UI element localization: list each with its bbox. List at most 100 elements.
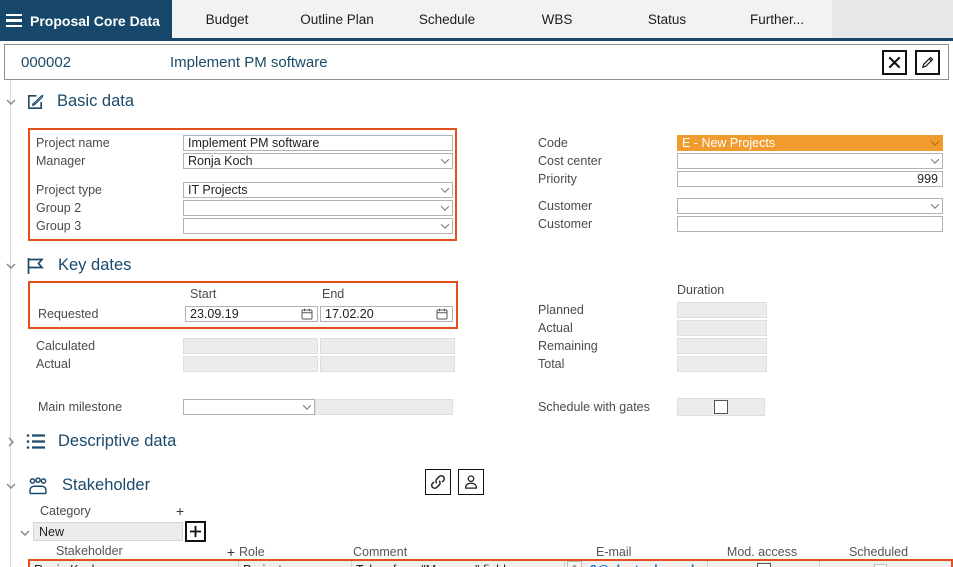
project-type-select[interactable]: IT Projects	[183, 182, 453, 198]
key-dates-form: Start End Requested 23.09.19 17.02.20	[28, 281, 953, 373]
mod-access-checkbox[interactable]	[757, 563, 771, 567]
comment-column-header: Comment	[350, 545, 563, 559]
close-icon	[887, 55, 902, 70]
priority-input[interactable]: 999	[677, 171, 943, 187]
key-dates-flag-icon	[26, 257, 46, 275]
group2-select[interactable]	[183, 200, 453, 216]
milestone-band: Main milestone Schedule with gates	[38, 398, 953, 416]
customer-select[interactable]	[677, 198, 943, 214]
tab-outline-plan[interactable]: Outline Plan	[282, 0, 392, 38]
mod-access-cell	[708, 561, 820, 567]
hamburger-menu-icon[interactable]	[6, 14, 22, 28]
group3-select[interactable]	[183, 218, 453, 234]
schedule-with-gates-checkbox[interactable]	[714, 400, 728, 414]
total-label: Total	[538, 357, 677, 371]
schedule-with-gates-label: Schedule with gates	[538, 400, 677, 414]
tab-schedule[interactable]: Schedule	[392, 0, 502, 38]
stakeholder-select[interactable]: Ronja Koch	[30, 561, 239, 567]
add-row-button[interactable]: +	[227, 544, 235, 560]
expand-chevron-icon[interactable]	[4, 437, 18, 447]
basic-right-column: Code E - New Projects Cost center Priori…	[538, 134, 943, 241]
total-duration-field	[677, 356, 767, 372]
requested-end-input[interactable]: 17.02.20	[320, 306, 453, 322]
tab-label: Outline Plan	[300, 12, 374, 27]
email-link[interactable]: r8@planta-demo.de	[585, 563, 701, 567]
main-milestone-select[interactable]	[183, 399, 315, 415]
calendar-icon[interactable]	[301, 308, 313, 320]
section-key-dates: Key dates	[0, 253, 953, 278]
calculated-start-field	[183, 338, 318, 354]
cost-center-select[interactable]	[677, 153, 943, 169]
chevron-down-icon	[931, 155, 939, 163]
customer2-label: Customer	[538, 217, 677, 231]
plus-icon	[189, 525, 202, 538]
collapse-chevron-icon[interactable]	[4, 483, 18, 489]
tab-proposal-core-data[interactable]: Proposal Core Data	[0, 0, 172, 41]
planned-label: Planned	[538, 303, 677, 317]
category-row: Category +	[40, 504, 953, 518]
section-title: Key dates	[58, 256, 131, 275]
project-name-input[interactable]: Implement PM software	[183, 135, 453, 151]
tab-wbs[interactable]: WBS	[502, 0, 612, 38]
object-header: 000002 Implement PM software	[4, 44, 949, 80]
actual-label: Actual	[36, 357, 183, 371]
key-dates-left: Start End Requested 23.09.19 17.02.20	[28, 281, 458, 373]
tab-label: WBS	[542, 12, 573, 27]
basic-left-highlight-box: Project name Implement PM software Manag…	[28, 128, 457, 241]
cost-center-label: Cost center	[538, 154, 677, 168]
requested-label: Requested	[38, 307, 185, 321]
comment-cell[interactable]: Taken from "Manager" field	[352, 561, 565, 567]
collapse-chevron-icon[interactable]	[4, 263, 18, 269]
descriptive-data-list-icon	[26, 433, 46, 450]
section-stakeholder: Stakeholder	[0, 472, 953, 499]
edit-button[interactable]	[915, 50, 940, 75]
role-select[interactable]: Project manager	[239, 561, 352, 567]
person-button[interactable]	[458, 469, 484, 495]
actual-end-field	[320, 356, 455, 372]
planned-duration-field	[677, 302, 767, 318]
section-title: Descriptive data	[58, 432, 176, 451]
collapse-chevron-icon[interactable]	[4, 99, 18, 105]
tab-budget[interactable]: Budget	[172, 0, 282, 38]
email-cell: r8@planta-demo.de	[565, 561, 708, 567]
main-milestone-label: Main milestone	[38, 400, 183, 414]
tab-status[interactable]: Status	[612, 0, 722, 38]
chevron-down-icon	[303, 401, 311, 409]
mod-access-column-header: Mod. access	[706, 545, 818, 559]
scheduled-cell	[820, 561, 941, 567]
category-label: Category	[40, 504, 176, 518]
manager-label: Manager	[36, 154, 183, 168]
spinner-control[interactable]	[567, 561, 582, 567]
start-column-header: Start	[190, 287, 322, 301]
pencil-icon	[920, 55, 935, 70]
scheduled-checkbox[interactable]	[874, 564, 887, 567]
stakeholder-value: Ronja Koch	[34, 563, 99, 567]
project-id: 000002	[5, 54, 170, 71]
manager-select[interactable]: Ronja Koch	[183, 153, 453, 169]
project-type-label: Project type	[36, 183, 183, 197]
role-column-header: Role	[237, 545, 350, 559]
calendar-icon[interactable]	[436, 308, 448, 320]
requested-start-input[interactable]: 23.09.19	[185, 306, 318, 322]
stakeholder-table-header: Stakeholder + Role Comment E-mail Mod. a…	[28, 544, 953, 559]
tab-bar: Proposal Core Data Budget Outline Plan S…	[0, 0, 953, 41]
email-column-header: E-mail	[563, 545, 706, 559]
tab-further[interactable]: Further...	[722, 0, 832, 38]
category-value-field[interactable]: New	[33, 522, 183, 541]
tab-label: Further...	[750, 12, 804, 27]
actual-start-field	[183, 356, 318, 372]
actual-duration-label: Actual	[538, 321, 677, 335]
requested-highlight-box: Start End Requested 23.09.19 17.02.20	[28, 281, 458, 329]
schedule-with-gates-cell	[677, 398, 765, 416]
add-stakeholder-button[interactable]	[185, 521, 206, 542]
remaining-duration-field	[677, 338, 767, 354]
link-button[interactable]	[425, 469, 451, 495]
section-basic-data: Basic data	[0, 89, 953, 114]
code-select[interactable]: E - New Projects	[677, 135, 943, 151]
customer2-input[interactable]	[677, 216, 943, 232]
group-collapse-chevron-icon[interactable]	[20, 523, 30, 541]
add-category-button[interactable]: +	[176, 503, 184, 519]
tab-label: Schedule	[419, 12, 475, 27]
close-panel-button[interactable]	[882, 50, 907, 75]
project-type-value: IT Projects	[188, 183, 248, 197]
